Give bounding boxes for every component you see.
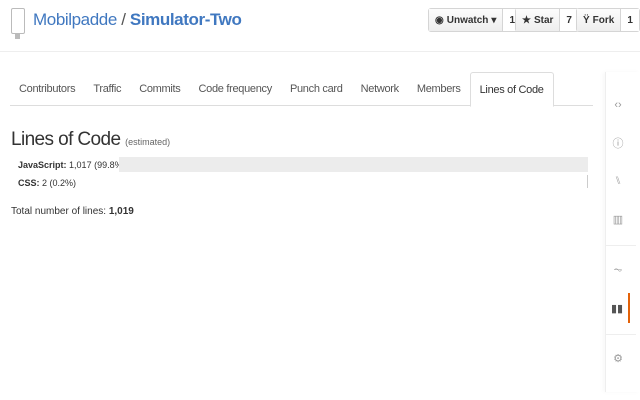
tab-punch-card[interactable]: Punch card [281,72,352,106]
tab-lines-of-code[interactable]: Lines of Code [469,72,554,107]
pulse-icon[interactable]: ⏦ [606,255,630,285]
language-value: 2 (0.2%) [42,178,77,188]
language-name: CSS: [18,178,40,188]
unwatch-button[interactable]: ◉ Unwatch ▾ 1 [428,8,522,32]
issues-icon[interactable]: ⓘ [606,128,630,158]
forks-count[interactable]: 1 [621,9,639,31]
divider [606,334,636,335]
total-label: Total number of lines: [11,206,107,217]
repo-header: Mobilpadde / Simulator-Two ◉ Unwatch ▾ 1 ★… [0,0,640,52]
graphs-icon[interactable]: ▮▮ [606,293,630,323]
tab-code-frequency[interactable]: Code frequency [189,72,280,106]
graphs-tabs: Contributors Traffic Commits Code freque… [10,72,593,107]
fork-icon: Ÿ [583,14,590,26]
language-row-css: CSS: 2 (0.2%) [18,178,76,188]
tab-network[interactable]: Network [352,72,408,106]
code-icon[interactable]: ‹› [606,90,630,120]
repo-link[interactable]: Simulator-Two [130,10,242,29]
tab-members[interactable]: Members [408,72,470,106]
total-lines: Total number of lines: 1,019 [11,206,134,217]
fork-label: Fork [592,14,615,26]
tab-commits[interactable]: Commits [130,72,189,106]
caret-down-icon: ▾ [491,14,497,26]
language-bar-javascript [118,157,588,172]
wiki-icon[interactable]: ▥ [606,204,630,234]
separator: / [121,10,126,29]
language-row-javascript: JavaScript: 1,017 (99.8%) [18,160,126,170]
divider [606,245,636,246]
star-icon: ★ [522,14,531,26]
repo-icon [11,8,25,39]
eye-icon: ◉ [435,14,444,26]
fork-button[interactable]: Ÿ Fork 1 [576,8,640,32]
pull-requests-icon[interactable]: ⑊ [606,166,630,196]
title-text: Lines of Code [11,129,121,150]
settings-icon[interactable]: ⚙ [606,343,630,373]
language-bar-css [586,175,588,188]
page-title: Lines of Code (estimated) [11,129,170,151]
unwatch-label: Unwatch [446,14,489,26]
star-label: Star [533,14,554,26]
repo-title: Mobilpadde / Simulator-Two [33,10,242,30]
estimated-note: (estimated) [125,137,171,147]
language-name: JavaScript: [18,160,67,170]
total-value: 1,019 [108,206,134,217]
repo-sidebar: ‹› ⓘ ⑊ ▥ ⏦ ▮▮ ⚙ [605,72,640,392]
owner-link[interactable]: Mobilpadde [33,10,117,29]
language-value: 1,017 (99.8%) [69,160,126,170]
tab-traffic[interactable]: Traffic [84,72,130,106]
star-button[interactable]: ★ Star 7 [515,8,579,32]
tab-contributors[interactable]: Contributors [10,72,84,106]
